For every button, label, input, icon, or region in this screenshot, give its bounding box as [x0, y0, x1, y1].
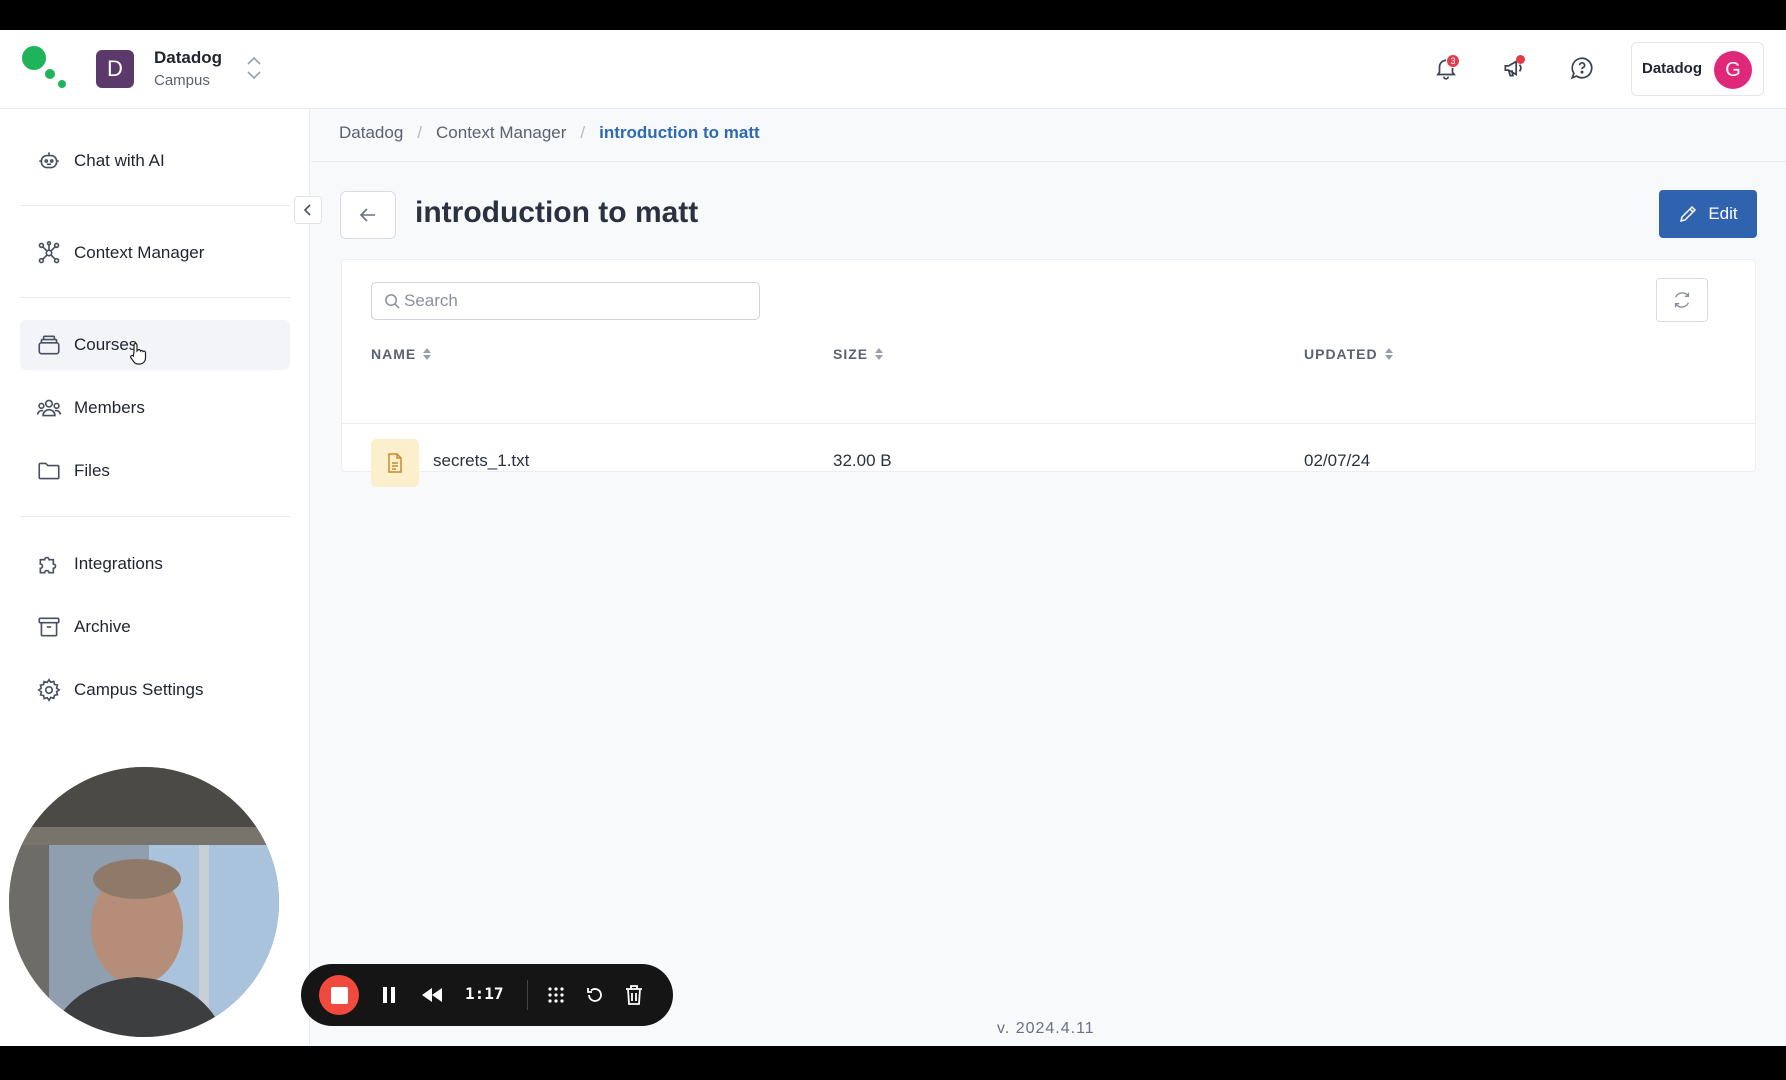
announcements-button[interactable] — [1498, 52, 1530, 84]
document-icon — [388, 453, 402, 473]
avatar: G — [1714, 51, 1752, 89]
logo-icon[interactable] — [20, 42, 68, 90]
sidebar-item-label: Files — [74, 461, 110, 480]
folder-icon — [36, 458, 62, 484]
grid-button[interactable] — [542, 981, 570, 1009]
hand-cursor-icon — [130, 342, 147, 365]
refresh-icon — [1674, 292, 1690, 308]
pause-button[interactable] — [375, 981, 403, 1009]
webcam-preview[interactable] — [9, 767, 279, 1037]
table-header-divider — [342, 423, 1755, 424]
top-header: D Datadog Campus 3 Datadog G — [0, 30, 1786, 109]
sidebar-item-label: Members — [74, 398, 145, 417]
arrow-left-icon — [359, 208, 375, 222]
breadcrumb-current: introduction to matt — [599, 123, 760, 142]
sidebar-divider — [20, 297, 290, 298]
page-title: introduction to matt — [415, 196, 699, 229]
edit-button[interactable]: Edit — [1659, 190, 1757, 238]
column-header-label: SIZE — [833, 346, 869, 362]
app-window: D Datadog Campus 3 Datadog G Chat with A… — [0, 30, 1786, 1046]
sort-icon — [875, 348, 884, 360]
sort-icon — [1384, 348, 1393, 360]
chevron-left-icon — [303, 204, 311, 216]
collapse-sidebar-button[interactable] — [294, 196, 322, 224]
search-input[interactable] — [404, 287, 744, 315]
sidebar-item-members[interactable]: Members — [20, 383, 290, 433]
file-size: 32.00 B — [833, 451, 892, 470]
gear-icon — [36, 677, 62, 703]
sidebar-item-label: Archive — [74, 617, 131, 636]
column-header-label: NAME — [371, 346, 417, 362]
sidebar-divider — [20, 205, 290, 206]
stop-recording-button[interactable] — [319, 975, 359, 1015]
recording-controls: 1:17 — [301, 964, 673, 1026]
sidebar-item-campus-settings[interactable]: Campus Settings — [20, 665, 290, 715]
sidebar-item-integrations[interactable]: Integrations — [20, 539, 290, 589]
sidebar-item-label: Context Manager — [74, 243, 205, 262]
user-label: Datadog — [1642, 60, 1702, 77]
column-header-size[interactable]: SIZE — [833, 346, 884, 362]
sidebar-divider — [20, 516, 290, 517]
org-badge[interactable]: D — [96, 50, 134, 88]
stop-icon — [330, 986, 348, 1004]
sort-icon — [423, 348, 432, 360]
notifications-button[interactable]: 3 — [1430, 52, 1462, 84]
edit-button-label: Edit — [1708, 204, 1738, 223]
help-button[interactable] — [1566, 52, 1598, 84]
sidebar-item-label: Campus Settings — [74, 680, 204, 699]
version-label: v. 2024.4.11 — [997, 1020, 1095, 1037]
files-panel: NAME SIZE UPDATED secrets_1.txt 32.00 B … — [341, 259, 1756, 487]
sidebar-item-archive[interactable]: Archive — [20, 602, 290, 652]
rewind-icon — [422, 988, 442, 1002]
sidebar-item-label: Integrations — [74, 554, 163, 573]
restart-button[interactable] — [581, 981, 609, 1009]
robot-icon — [36, 148, 62, 174]
sidebar-item-chat-with-ai[interactable]: Chat with AI — [20, 136, 290, 186]
restart-icon — [587, 988, 602, 1002]
pencil-icon — [1680, 205, 1697, 223]
notification-count-badge: 3 — [1446, 54, 1460, 68]
network-icon — [36, 240, 62, 266]
breadcrumb-item[interactable]: Datadog — [339, 123, 403, 143]
file-updated: 02/07/24 — [1304, 451, 1371, 470]
column-header-name[interactable]: NAME — [371, 346, 432, 362]
puzzle-icon — [36, 551, 62, 577]
search-icon — [385, 294, 400, 309]
pause-icon — [383, 987, 395, 1003]
stack-icon — [36, 332, 62, 358]
announcement-dot-badge — [1516, 55, 1525, 64]
trash-icon — [626, 985, 642, 1005]
column-header-label: UPDATED — [1304, 346, 1378, 362]
rewind-button[interactable] — [418, 981, 446, 1009]
breadcrumb-separator: / — [580, 123, 586, 142]
refresh-button[interactable] — [1656, 278, 1708, 322]
back-button[interactable] — [340, 191, 396, 239]
column-header-updated[interactable]: UPDATED — [1304, 346, 1394, 362]
recording-timer: 1:17 — [465, 984, 504, 1003]
people-icon — [36, 395, 62, 421]
sidebar-item-label: Chat with AI — [74, 151, 165, 170]
help-chat-icon — [1570, 57, 1593, 80]
dot-grid-icon — [548, 987, 564, 1003]
webcam-video-image — [9, 767, 279, 1037]
user-menu-button[interactable]: Datadog G — [1631, 42, 1764, 96]
sidebar-item-context-manager[interactable]: Context Manager — [20, 228, 290, 278]
file-name[interactable]: secrets_1.txt — [433, 451, 529, 471]
sidebar-item-files[interactable]: Files — [20, 446, 290, 496]
org-name[interactable]: Datadog — [154, 48, 222, 68]
breadcrumb-separator: / — [417, 123, 423, 142]
breadcrumb-divider — [311, 161, 1786, 162]
breadcrumb: Datadog / Context Manager / introduction… — [339, 123, 760, 143]
archive-icon — [36, 614, 62, 640]
top-black-bar — [0, 0, 1786, 30]
file-type-icon — [371, 439, 419, 487]
delete-recording-button[interactable] — [620, 981, 648, 1009]
org-subtitle: Campus — [154, 72, 210, 89]
bottom-black-bar — [0, 1046, 1786, 1080]
recorder-divider — [527, 980, 528, 1010]
breadcrumb-item[interactable]: Context Manager — [436, 123, 566, 143]
search-field[interactable] — [371, 282, 760, 320]
sidebar-item-courses[interactable]: Courses — [20, 320, 290, 370]
org-switcher-chevrons-icon[interactable] — [244, 52, 264, 84]
